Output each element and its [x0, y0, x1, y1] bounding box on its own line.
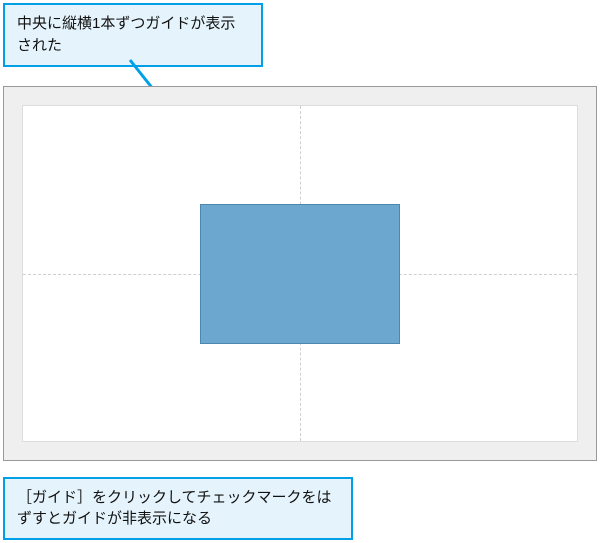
- rectangle-shape[interactable]: [200, 204, 400, 344]
- callout-bottom: ［ガイド］をクリックしてチェックマークをはずすとガイドが非表示になる: [3, 477, 353, 541]
- callout-top: 中央に縦横1本ずつガイドが表示された: [3, 3, 263, 67]
- editor-window: [3, 86, 597, 461]
- editor-canvas[interactable]: [22, 105, 578, 442]
